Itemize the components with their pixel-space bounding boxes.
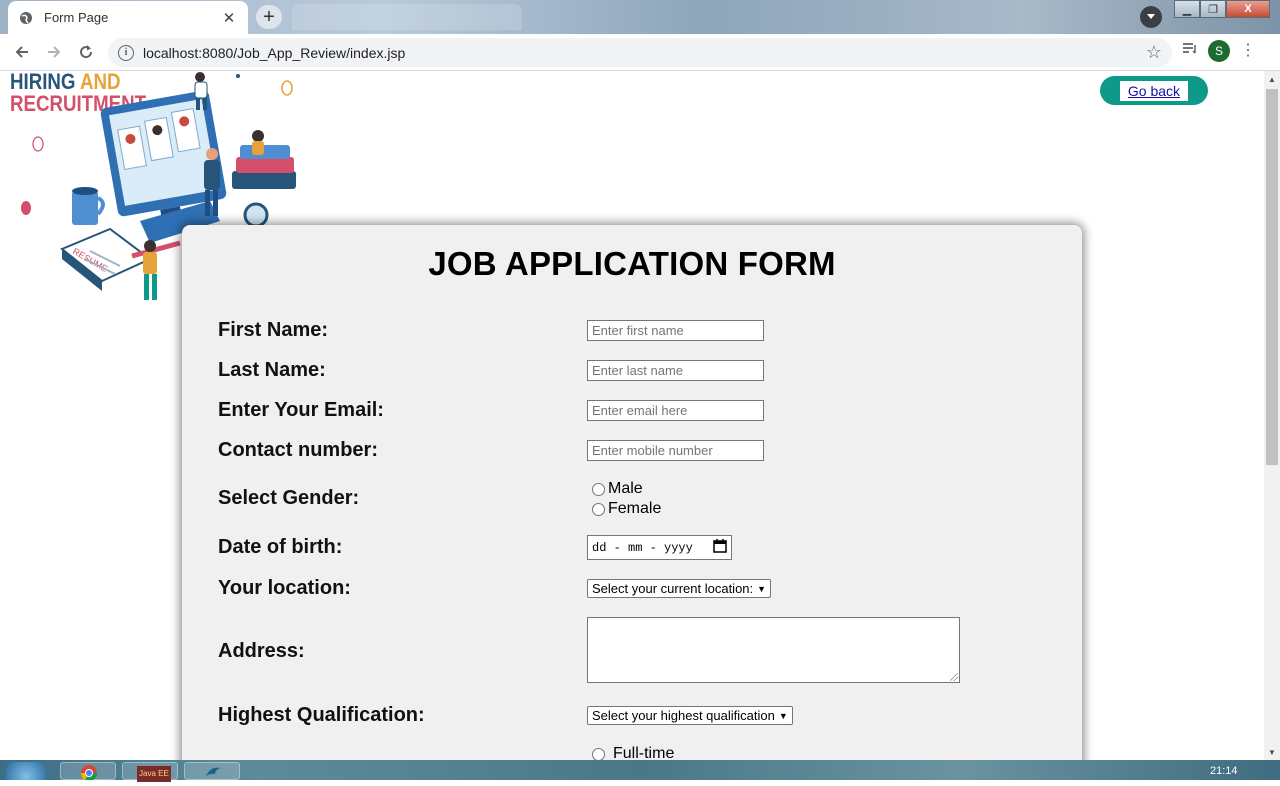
reload-button[interactable] bbox=[72, 38, 100, 66]
job-application-form: JOB APPLICATION FORM First Name: Last Na… bbox=[182, 225, 1082, 760]
resize-grip-icon[interactable] bbox=[950, 673, 958, 681]
calendar-icon[interactable] bbox=[713, 538, 727, 557]
chevron-down-icon: ▼ bbox=[757, 583, 767, 594]
go-back-container: Go back bbox=[1100, 76, 1208, 105]
email-label: Enter Your Email: bbox=[218, 399, 384, 421]
contact-label: Contact number: bbox=[218, 439, 378, 461]
menu-dots-icon[interactable]: ⋮ bbox=[1240, 43, 1256, 59]
gender-option-male[interactable]: Male bbox=[592, 480, 643, 498]
browser-tab-bar: Form Page ✕ + ▁ ❐ X bbox=[0, 0, 1280, 34]
taskbar-mysql[interactable] bbox=[184, 762, 240, 780]
last-name-input[interactable] bbox=[587, 360, 764, 381]
male-radio-label: Male bbox=[608, 480, 643, 497]
bookmark-star-icon[interactable]: ☆ bbox=[1146, 42, 1162, 63]
fulltime-radio[interactable] bbox=[592, 747, 605, 760]
start-button[interactable] bbox=[6, 762, 46, 780]
gender-option-female[interactable]: Female bbox=[592, 500, 661, 518]
scroll-up-icon[interactable]: ▲ bbox=[1264, 71, 1280, 87]
location-label: Your location: bbox=[218, 577, 351, 599]
close-tab-icon[interactable]: ✕ bbox=[220, 9, 238, 27]
contact-input[interactable] bbox=[587, 440, 764, 461]
qualification-label: Highest Qualification: bbox=[218, 704, 425, 726]
browser-tab[interactable]: Form Page ✕ bbox=[8, 1, 248, 34]
address-textarea[interactable] bbox=[587, 617, 960, 683]
forward-button[interactable] bbox=[40, 38, 68, 66]
close-window-button[interactable]: X bbox=[1226, 0, 1270, 18]
scrollbar-thumb[interactable] bbox=[1266, 89, 1278, 465]
page-scrollbar[interactable]: ▲ ▼ bbox=[1264, 71, 1280, 760]
go-back-link[interactable]: Go back bbox=[1119, 80, 1189, 101]
chrome-icon bbox=[80, 765, 98, 782]
taskbar-chrome[interactable] bbox=[60, 762, 116, 782]
scroll-down-icon[interactable]: ▼ bbox=[1264, 744, 1280, 760]
form-title: JOB APPLICATION FORM bbox=[428, 245, 836, 282]
background-tab bbox=[292, 4, 522, 30]
qualification-select[interactable]: Select your highest qualification ▼ bbox=[587, 706, 793, 725]
address-label: Address: bbox=[218, 640, 305, 662]
taskbar-clock: 21:14 bbox=[1210, 765, 1238, 777]
email-input[interactable] bbox=[587, 400, 764, 421]
browser-toolbar: i localhost:8080/Job_App_Review/index.js… bbox=[0, 34, 1280, 71]
first-name-label: First Name: bbox=[218, 319, 329, 341]
reading-list-icon[interactable] bbox=[1182, 42, 1198, 61]
page-viewport: HIRING AND RECRUITMENT RESUME Go back JO… bbox=[0, 71, 1264, 760]
site-info-icon[interactable]: i bbox=[118, 44, 134, 61]
new-tab-button[interactable]: + bbox=[256, 5, 282, 29]
dob-placeholder: dd - mm - yyyy bbox=[592, 540, 693, 555]
profile-avatar[interactable]: S bbox=[1208, 40, 1230, 62]
address-bar[interactable]: i localhost:8080/Job_App_Review/index.js… bbox=[108, 38, 1172, 67]
tab-title: Form Page bbox=[44, 10, 109, 25]
globe-icon bbox=[18, 10, 34, 26]
taskbar-javaee[interactable]: Java EE bbox=[122, 762, 178, 782]
tab-search-icon[interactable] bbox=[1140, 6, 1162, 28]
location-select[interactable]: Select your current location: ▼ bbox=[587, 579, 772, 598]
female-radio[interactable] bbox=[592, 502, 605, 516]
dob-label: Date of birth: bbox=[218, 536, 343, 558]
forward-arrow-icon bbox=[48, 46, 61, 58]
job-type-option-fulltime[interactable]: Full-time bbox=[592, 745, 674, 760]
last-name-label: Last Name: bbox=[218, 359, 326, 381]
back-arrow-icon bbox=[15, 46, 28, 58]
os-taskbar: Java EE 21:14 bbox=[0, 760, 1280, 782]
url-text[interactable]: localhost:8080/Job_App_Review/index.jsp bbox=[143, 45, 1146, 61]
gender-label: Select Gender: bbox=[218, 487, 360, 509]
minimize-button[interactable]: ▁ bbox=[1174, 0, 1200, 18]
location-select-value: Select your current location: bbox=[592, 581, 754, 596]
male-radio[interactable] bbox=[592, 482, 605, 496]
back-button[interactable] bbox=[8, 38, 36, 66]
female-radio-label: Female bbox=[608, 500, 662, 517]
maximize-button[interactable]: ❐ bbox=[1200, 0, 1226, 18]
window-controls: ▁ ❐ X bbox=[1174, 0, 1270, 19]
first-name-input[interactable] bbox=[587, 320, 764, 341]
dolphin-icon bbox=[206, 767, 220, 776]
reload-icon bbox=[80, 45, 93, 59]
qualification-select-value: Select your highest qualification bbox=[592, 708, 775, 723]
dob-date-input[interactable]: dd - mm - yyyy bbox=[587, 535, 732, 560]
chevron-down-icon: ▼ bbox=[778, 710, 788, 721]
fulltime-radio-label: Full-time bbox=[613, 745, 675, 760]
